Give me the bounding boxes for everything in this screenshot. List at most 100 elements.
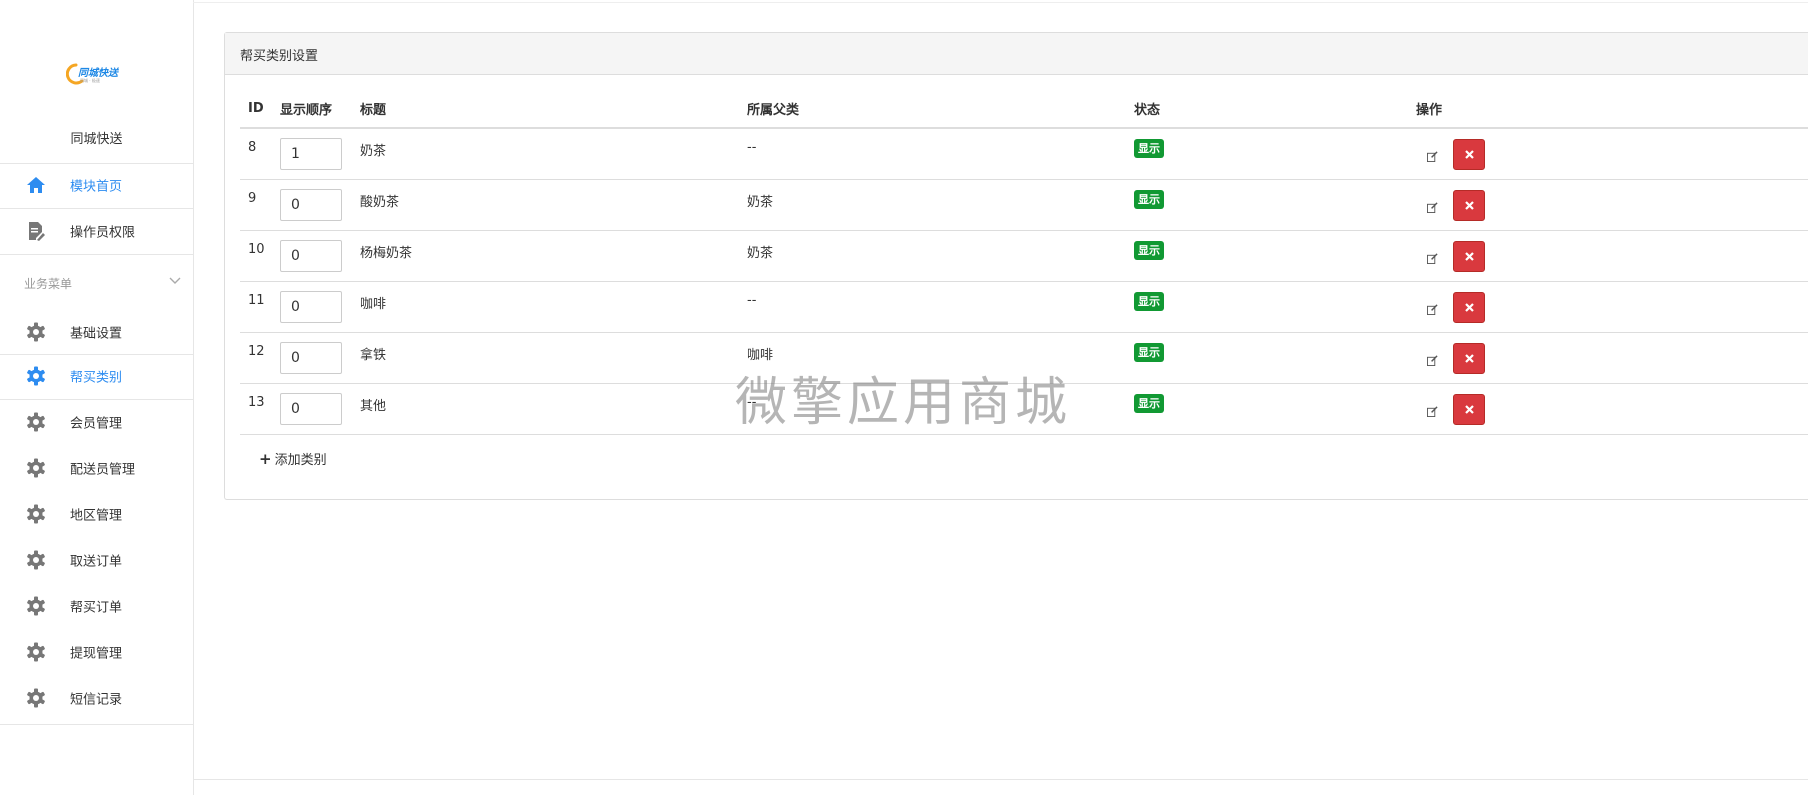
gear-icon xyxy=(26,688,46,708)
close-icon xyxy=(1464,150,1474,159)
logo-text: 同城快送 xyxy=(78,68,118,79)
sidebar-item-label: 地区管理 xyxy=(70,508,123,524)
gear-icon xyxy=(26,596,46,616)
row-id: 8 xyxy=(248,140,257,155)
logo-subtext: 同城 · 极速 xyxy=(80,78,100,83)
top-border xyxy=(193,2,1808,3)
delete-button[interactable] xyxy=(1453,190,1485,221)
display-order-input[interactable] xyxy=(280,189,342,221)
close-icon xyxy=(1464,354,1474,363)
sidebar-item-operator-permissions[interactable]: 操作员权限 xyxy=(0,211,193,251)
sidebar-item-basic-settings[interactable]: 基础设置 xyxy=(0,312,193,352)
delete-button[interactable] xyxy=(1453,394,1485,425)
sidebar-item-withdrawal-management[interactable]: 提现管理 xyxy=(0,632,193,672)
plus-icon: + xyxy=(259,450,272,468)
delete-button[interactable] xyxy=(1453,241,1485,272)
close-icon xyxy=(1464,201,1474,210)
column-header-status: 状态 xyxy=(1126,89,1408,129)
row-actions xyxy=(1416,333,1808,383)
sidebar-item-label: 操作员权限 xyxy=(70,225,136,241)
add-category-label: 添加类别 xyxy=(274,453,327,468)
row-parent: 奶茶 xyxy=(747,195,774,210)
close-icon xyxy=(1464,303,1474,312)
row-title: 其他 xyxy=(360,399,387,414)
display-order-input[interactable] xyxy=(280,291,342,323)
gear-icon xyxy=(26,642,46,662)
display-order-input[interactable] xyxy=(280,138,342,170)
home-icon xyxy=(26,175,46,195)
close-icon xyxy=(1464,252,1474,261)
row-title: 咖啡 xyxy=(360,297,387,312)
delete-button[interactable] xyxy=(1453,343,1485,374)
sidebar-item-buy-orders[interactable]: 帮买订单 xyxy=(0,586,193,626)
sidebar-divider xyxy=(0,208,193,209)
row-id: 12 xyxy=(248,344,265,359)
edit-button[interactable] xyxy=(1416,396,1448,426)
close-icon xyxy=(1464,405,1474,414)
row-actions xyxy=(1416,129,1808,179)
column-header-id: ID xyxy=(240,89,272,129)
status-badge[interactable]: 显示 xyxy=(1134,139,1164,158)
sidebar-divider xyxy=(0,254,193,255)
row-actions xyxy=(1416,384,1808,434)
delete-button[interactable] xyxy=(1453,139,1485,170)
sidebar-item-label: 基础设置 xyxy=(70,326,123,342)
status-badge[interactable]: 显示 xyxy=(1134,292,1164,311)
display-order-input[interactable] xyxy=(280,240,342,272)
row-id: 9 xyxy=(248,191,257,206)
sidebar-item-label: 取送订单 xyxy=(70,554,123,570)
status-badge[interactable]: 显示 xyxy=(1134,190,1164,209)
status-badge[interactable]: 显示 xyxy=(1134,394,1164,413)
sidebar-item-pickup-orders[interactable]: 取送订单 xyxy=(0,540,193,580)
sidebar-item-buy-categories[interactable]: 帮买类别 xyxy=(0,356,193,396)
chevron-down-icon[interactable] xyxy=(168,274,182,288)
edit-icon xyxy=(1426,201,1438,213)
row-title: 拿铁 xyxy=(360,348,387,363)
delete-button[interactable] xyxy=(1453,292,1485,323)
panel-heading: 帮买类别设置 xyxy=(225,33,1808,75)
row-actions xyxy=(1416,231,1808,281)
gear-icon xyxy=(26,504,46,524)
sidebar-item-label: 配送员管理 xyxy=(70,462,136,478)
add-category-link[interactable]: + 添加类别 xyxy=(259,449,327,468)
edit-button[interactable] xyxy=(1416,141,1448,171)
section-label-business-menu: 业务菜单 xyxy=(24,277,73,291)
edit-icon xyxy=(1426,150,1438,162)
edit-button[interactable] xyxy=(1416,243,1448,273)
edit-button[interactable] xyxy=(1416,192,1448,222)
table-row: 11 咖啡 -- 显示 xyxy=(240,281,1808,333)
watermark: 微擎应用商城 xyxy=(735,373,1072,433)
edit-icon xyxy=(1426,252,1438,264)
sidebar-item-label: 帮买订单 xyxy=(70,600,123,616)
sidebar-divider xyxy=(0,399,193,400)
sidebar: 同城快送 同城 · 极速 同城快送 模块首页 操作员权限 业务菜单 基础设置 帮… xyxy=(0,0,194,795)
row-id: 13 xyxy=(248,395,265,410)
edit-icon xyxy=(1426,354,1438,366)
gear-icon xyxy=(26,412,46,432)
row-title: 酸奶茶 xyxy=(360,195,400,210)
status-badge[interactable]: 显示 xyxy=(1134,241,1164,260)
sidebar-item-label: 模块首页 xyxy=(70,179,123,195)
sidebar-item-label: 短信记录 xyxy=(70,692,123,708)
sidebar-item-courier-management[interactable]: 配送员管理 xyxy=(0,448,193,488)
footer-border xyxy=(193,779,1808,780)
table-row: 8 奶茶 -- 显示 xyxy=(240,128,1808,180)
display-order-input[interactable] xyxy=(280,393,342,425)
sidebar-item-sms-records[interactable]: 短信记录 xyxy=(0,678,193,718)
sidebar-item-region-management[interactable]: 地区管理 xyxy=(0,494,193,534)
status-badge[interactable]: 显示 xyxy=(1134,343,1164,362)
edit-icon xyxy=(1426,405,1438,417)
edit-button[interactable] xyxy=(1416,345,1448,375)
table-header-row: ID 显示顺序 标题 所属父类 状态 操作 xyxy=(240,89,1808,129)
sidebar-item-home[interactable]: 模块首页 xyxy=(0,165,193,205)
logo: 同城快送 同城 · 极速 xyxy=(0,52,193,92)
row-actions xyxy=(1416,282,1808,332)
edit-button[interactable] xyxy=(1416,294,1448,324)
sidebar-item-member-management[interactable]: 会员管理 xyxy=(0,402,193,442)
display-order-input[interactable] xyxy=(280,342,342,374)
panel-title: 帮买类别设置 xyxy=(240,49,319,64)
row-title: 奶茶 xyxy=(360,144,387,159)
sidebar-divider xyxy=(0,163,193,164)
column-header-title: 标题 xyxy=(352,89,739,129)
sidebar-item-label: 会员管理 xyxy=(70,416,123,432)
